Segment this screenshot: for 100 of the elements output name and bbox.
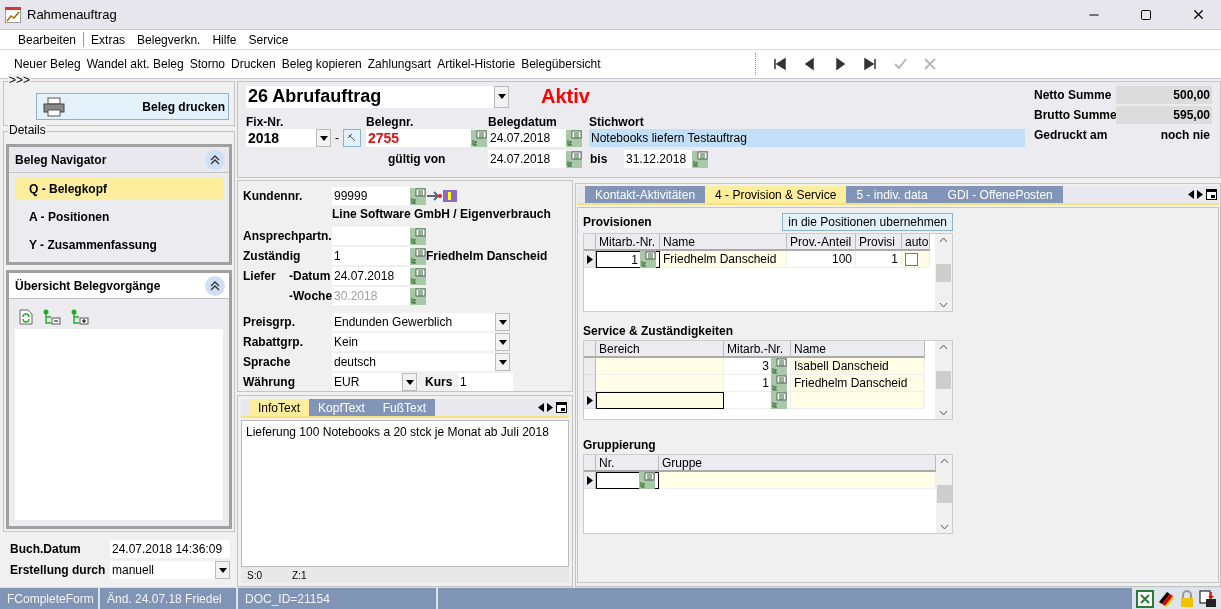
collapse-tree-icon[interactable] [43, 309, 61, 325]
scrollbar-thumb[interactable] [936, 485, 952, 503]
column-header[interactable]: Mitarb.-Nr. [596, 234, 660, 251]
list-picker-icon[interactable] [410, 247, 426, 265]
keyword-field[interactable]: Notebooks liefern Testauftrag [589, 129, 1025, 147]
toolbar-button[interactable]: Zahlungsart [364, 57, 435, 71]
combo-field[interactable]: Endunden Gewerblich [332, 313, 495, 331]
checkbox[interactable] [905, 252, 918, 266]
rate-field[interactable]: 1 [458, 373, 513, 391]
contact-field[interactable] [332, 227, 410, 245]
maximize-button[interactable] [1140, 8, 1152, 21]
column-header[interactable]: Provisi [856, 234, 902, 251]
dropdown-button[interactable] [495, 333, 510, 351]
menu-item[interactable]: Extras [85, 32, 132, 47]
dropdown-button[interactable] [494, 85, 509, 108]
column-header[interactable]: Nr. [596, 455, 659, 472]
date-field[interactable]: 24.07.2018 [488, 129, 566, 147]
info-text-area[interactable]: Lieferung 100 Notebooks a 20 stck je Monat ab Juli 2018 [241, 420, 569, 567]
customer-number-field[interactable]: 99999 [332, 187, 410, 205]
window-icon[interactable] [1206, 189, 1217, 200]
toolbar-button[interactable]: Storno [186, 57, 229, 71]
scroll-down-icon[interactable] [939, 410, 948, 416]
navigator-item[interactable]: A - Positionen [15, 205, 223, 228]
list-picker-icon[interactable] [410, 227, 426, 245]
menu-item[interactable]: Service [242, 32, 295, 47]
row-indicator[interactable] [584, 251, 596, 268]
flag-icon[interactable] [1157, 589, 1175, 608]
dropdown-button[interactable] [495, 353, 510, 371]
scrollbar-thumb[interactable] [936, 371, 951, 389]
combo-field[interactable]: Kein [332, 333, 495, 351]
column-header[interactable]: auto [902, 234, 930, 251]
combo-field[interactable]: manuell [110, 561, 215, 579]
scrollbar-thumb[interactable] [936, 263, 951, 282]
menu-item[interactable]: Hilfe [206, 32, 243, 47]
list-picker-icon[interactable] [640, 251, 656, 268]
row-indicator[interactable] [584, 392, 596, 409]
scroll-up-icon[interactable] [939, 458, 949, 464]
first-record-icon[interactable] [772, 57, 787, 71]
scroll-up-icon[interactable] [939, 237, 948, 243]
list-picker-icon[interactable] [410, 287, 426, 305]
date-field[interactable]: 24.07.2018 [332, 267, 410, 285]
dropdown-button[interactable] [215, 561, 230, 579]
menu-item[interactable]: Bearbeiten [12, 32, 83, 47]
toolbar-button[interactable]: Drucken [228, 57, 279, 71]
previous-record-icon[interactable] [802, 57, 817, 71]
scroll-left-icon[interactable] [1188, 190, 1194, 199]
list-picker-icon[interactable] [410, 187, 426, 205]
employee-field[interactable]: 1 [332, 247, 410, 265]
document-number-field[interactable]: 2755 [366, 129, 471, 147]
list-picker-icon[interactable] [471, 129, 487, 147]
navigator-item[interactable]: Q - Belegkopf [15, 177, 223, 200]
year-field[interactable]: 2018 [246, 129, 316, 147]
info-icon[interactable] [442, 188, 458, 204]
print-button[interactable]: Beleg drucken [36, 93, 229, 120]
toolbar-button[interactable]: Belegübersicht [518, 57, 604, 71]
column-header[interactable]: Gruppe [659, 455, 936, 472]
dropdown-button[interactable] [495, 313, 510, 331]
list-picker-icon[interactable] [639, 472, 655, 489]
arrow-icon[interactable] [426, 189, 442, 203]
combo-field[interactable]: EUR [332, 373, 402, 391]
apply-button[interactable]: in die Positionen ubernehmen [782, 213, 953, 231]
scroll-left-icon[interactable] [538, 403, 544, 412]
document-type-combo[interactable]: 26 Abrufauftrag [246, 85, 494, 108]
dropdown-button[interactable] [316, 129, 331, 147]
column-header[interactable]: Bereich [596, 341, 724, 358]
list-picker-icon[interactable] [692, 150, 708, 168]
scroll-right-icon[interactable] [1197, 190, 1203, 199]
list-picker-icon[interactable] [566, 129, 582, 147]
date-field[interactable]: 24.07.2018 [488, 150, 566, 168]
column-header[interactable]: Mitarb.-Nr. [724, 341, 791, 358]
save-icon[interactable] [1199, 589, 1217, 608]
column-header[interactable]: Name [660, 234, 787, 251]
list-picker-icon[interactable] [566, 150, 582, 168]
scroll-down-icon[interactable] [939, 302, 948, 308]
list-picker-icon[interactable] [410, 267, 426, 285]
last-record-icon[interactable] [862, 57, 877, 71]
menu-item[interactable]: Belegverkn. [131, 32, 207, 47]
tab[interactable]: 4 - Provision & Service [705, 186, 847, 203]
scroll-down-icon[interactable] [939, 524, 949, 530]
row-indicator[interactable] [584, 472, 596, 489]
scroll-right-icon[interactable] [547, 403, 553, 412]
scroll-up-icon[interactable] [939, 344, 948, 350]
spreadsheet-icon[interactable] [1136, 589, 1154, 608]
date-field[interactable]: 24.07.2018 14:36:09 [110, 540, 230, 558]
column-header[interactable]: Prov.-Anteil [787, 234, 856, 251]
combo-field[interactable]: deutsch [332, 353, 495, 371]
toolbar-button[interactable]: Artikel-Historie [434, 57, 519, 71]
date-field[interactable]: 31.12.2018 [624, 150, 692, 168]
toolbar-button[interactable]: Wandel akt. Beleg [83, 57, 187, 71]
collapse-icon[interactable] [205, 149, 225, 170]
tab[interactable]: InfoText [249, 399, 310, 416]
dropdown-button[interactable] [402, 373, 417, 391]
toolbar-button[interactable]: Beleg kopieren [278, 57, 365, 71]
toolbar-button[interactable]: Neuer Beleg [11, 57, 84, 71]
collapse-icon[interactable] [205, 275, 225, 296]
column-header[interactable]: Name [791, 341, 925, 358]
expand-tree-icon[interactable] [71, 309, 89, 325]
window-icon[interactable] [556, 402, 567, 413]
search-button[interactable] [343, 129, 361, 147]
navigator-item[interactable]: Y - Zusammenfassung [15, 233, 223, 256]
